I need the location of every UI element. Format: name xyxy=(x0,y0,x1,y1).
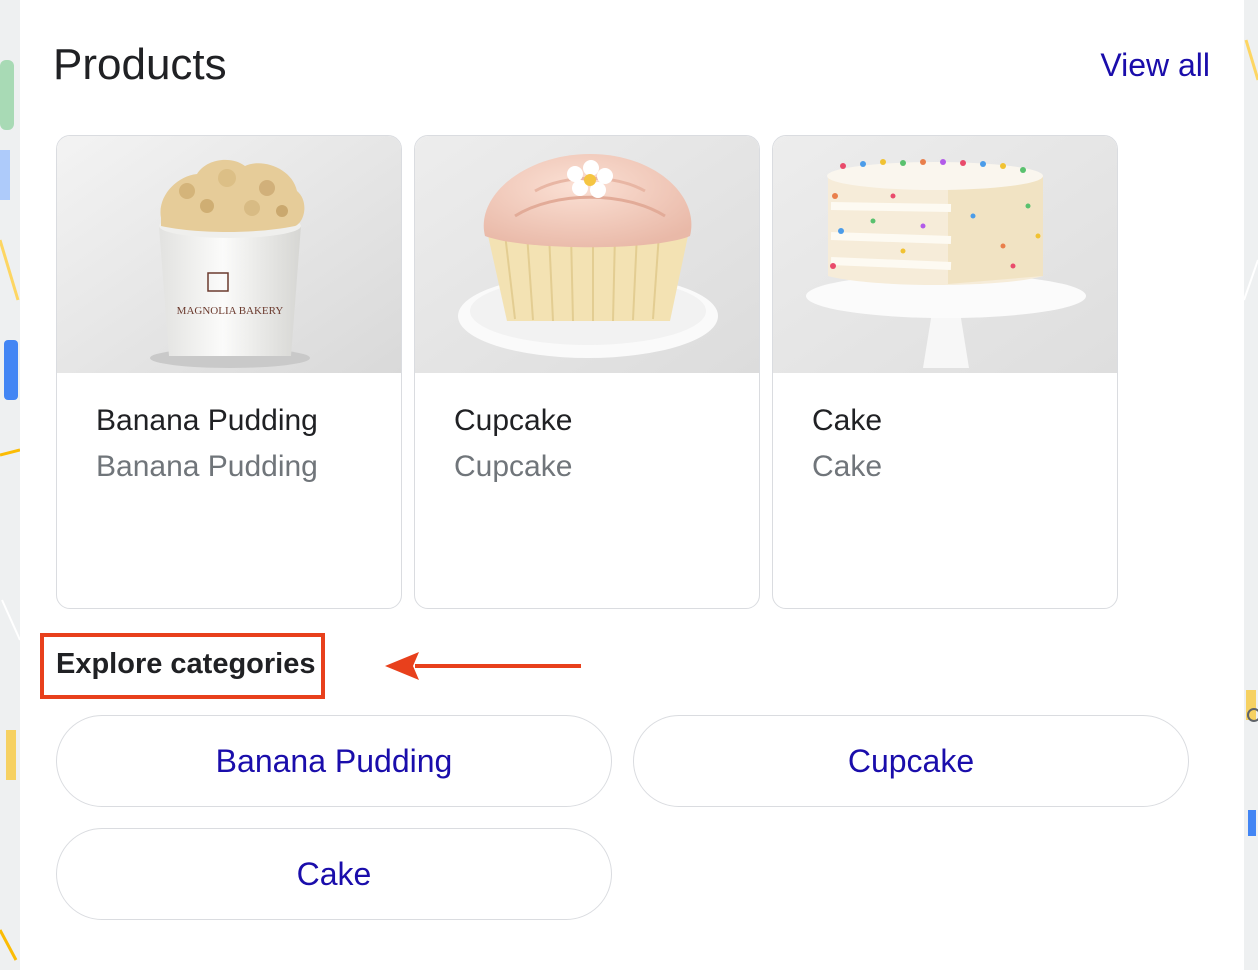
product-name: Cupcake xyxy=(454,404,573,437)
product-card-cupcake[interactable]: Cupcake Cupcake xyxy=(414,135,760,609)
product-name: Banana Pudding xyxy=(96,404,318,437)
map-background-left xyxy=(0,0,20,970)
product-subtitle: Banana Pudding xyxy=(96,450,318,483)
jar-label-text: MAGNOLIA BAKERY xyxy=(177,305,284,317)
product-cards: MAGNOLIA BAKERY Banana Pudding Banana Pu… xyxy=(56,135,1118,609)
cupcake-image xyxy=(415,136,759,373)
category-chip-cake[interactable]: Cake xyxy=(56,828,612,920)
category-chip-banana-pudding[interactable]: Banana Pudding xyxy=(56,715,612,807)
products-panel: Products View all MAGNOLIA BAKERY Banana… xyxy=(20,0,1244,970)
banana-pudding-image: MAGNOLIA BAKERY xyxy=(57,136,401,373)
map-background-right xyxy=(1244,0,1258,970)
product-subtitle: Cake xyxy=(812,450,883,483)
annotation-arrow-icon xyxy=(385,652,581,680)
product-card-cake[interactable]: Cake Cake xyxy=(772,135,1118,609)
product-card-banana-pudding[interactable]: MAGNOLIA BAKERY Banana Pudding Banana Pu… xyxy=(56,135,402,609)
cake-image xyxy=(773,136,1117,373)
product-name: Cake xyxy=(812,404,883,437)
category-chip-cupcake[interactable]: Cupcake xyxy=(633,715,1189,807)
products-title: Products xyxy=(53,40,227,89)
explore-categories-heading: Explore categories xyxy=(56,648,316,680)
view-all-link[interactable]: View all xyxy=(1100,47,1210,84)
product-subtitle: Cupcake xyxy=(454,450,573,483)
